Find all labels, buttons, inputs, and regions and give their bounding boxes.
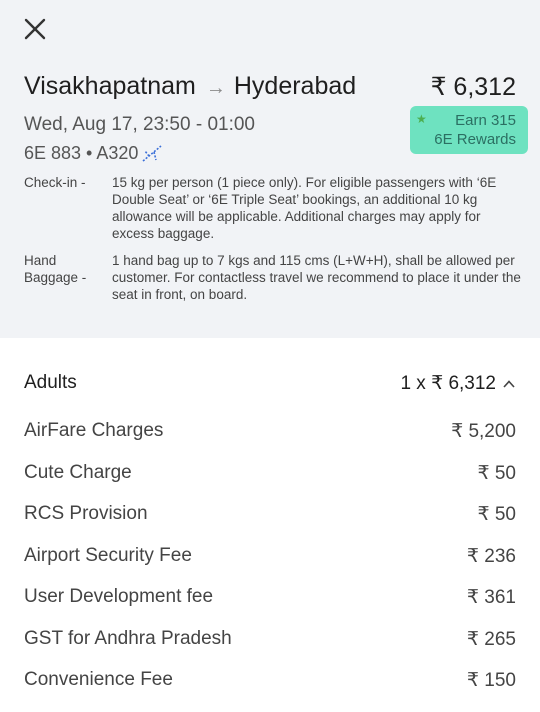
fee-amount: ₹ 236 [466, 545, 516, 567]
flight-number: 6E 883 • A320 [24, 142, 164, 164]
adults-fare-header[interactable]: Adults 1 x ₹ 6,312 [24, 372, 516, 398]
fee-name: GST for Andhra Pradesh [24, 627, 232, 649]
rewards-badge: ★ Earn 315 6E Rewards [410, 106, 528, 154]
fee-row: AirFare Charges ₹ 5,200 [24, 418, 516, 460]
fee-row: RCS Provision ₹ 50 [24, 501, 516, 543]
route-arrow-icon: → [205, 77, 226, 99]
fee-amount: ₹ 265 [466, 628, 516, 650]
plane-icon [142, 145, 162, 162]
adults-total-toggle[interactable]: 1 x ₹ 6,312 [400, 372, 516, 395]
checkin-label: Check-in - [24, 175, 86, 190]
flight-number-text: 6E 883 • A320 [24, 142, 139, 163]
close-icon[interactable] [22, 16, 48, 42]
fee-amount: ₹ 361 [466, 587, 516, 608]
rewards-program: 6E Rewards [434, 131, 516, 148]
fee-name: AirFare Charges [24, 420, 164, 441]
checkin-text: 15 kg per person (1 piece only). For eli… [112, 175, 497, 241]
fee-name: Cute Charge [24, 461, 132, 483]
fee-amount: ₹ 50 [477, 504, 516, 525]
route-title: Visakhapatnam → Hyderabad [24, 72, 356, 101]
chevron-up-icon[interactable] [502, 377, 516, 391]
fare-breakdown-list: AirFare Charges ₹ 5,200 Cute Charge ₹ 50… [24, 418, 516, 709]
fee-name: RCS Provision [24, 503, 148, 524]
origin-city: Visakhapatnam [24, 72, 196, 100]
fee-row: Cute Charge ₹ 50 [24, 460, 516, 502]
fee-name: User Development fee [24, 586, 214, 607]
destination-city: Hyderabad [233, 72, 357, 100]
flight-summary-panel: Visakhapatnam → Hyderabad ₹ 6,312 Wed, A… [0, 0, 540, 338]
adults-label: Adults [24, 372, 77, 393]
hand-label-line2: Baggage - [24, 270, 87, 285]
fee-row: Convenience Fee ₹ 150 [24, 667, 516, 709]
hand-baggage-label: Hand Baggage - [24, 252, 104, 286]
total-price: ₹ 6,312 [430, 73, 516, 101]
fee-row: User Development fee ₹ 361 [24, 584, 516, 626]
flight-datetime: Wed, Aug 17, 23:50 - 01:00 [24, 114, 255, 135]
star-icon: ★ [416, 112, 427, 126]
fee-amount: ₹ 150 [466, 670, 516, 691]
fee-row: GST for Andhra Pradesh ₹ 265 [24, 626, 516, 668]
hand-baggage-text: 1 hand bag up to 7 kgs and 115 cms (L+W+… [112, 253, 521, 302]
fee-name: Convenience Fee [24, 669, 173, 690]
hand-label-line1: Hand [24, 253, 57, 268]
fee-amount: ₹ 5,200 [451, 421, 516, 442]
fee-amount: ₹ 50 [477, 462, 516, 484]
fee-name: Airport Security Fee [24, 544, 192, 566]
fee-row: Airport Security Fee ₹ 236 [24, 543, 516, 585]
adults-total: 1 x ₹ 6,312 [400, 373, 496, 394]
